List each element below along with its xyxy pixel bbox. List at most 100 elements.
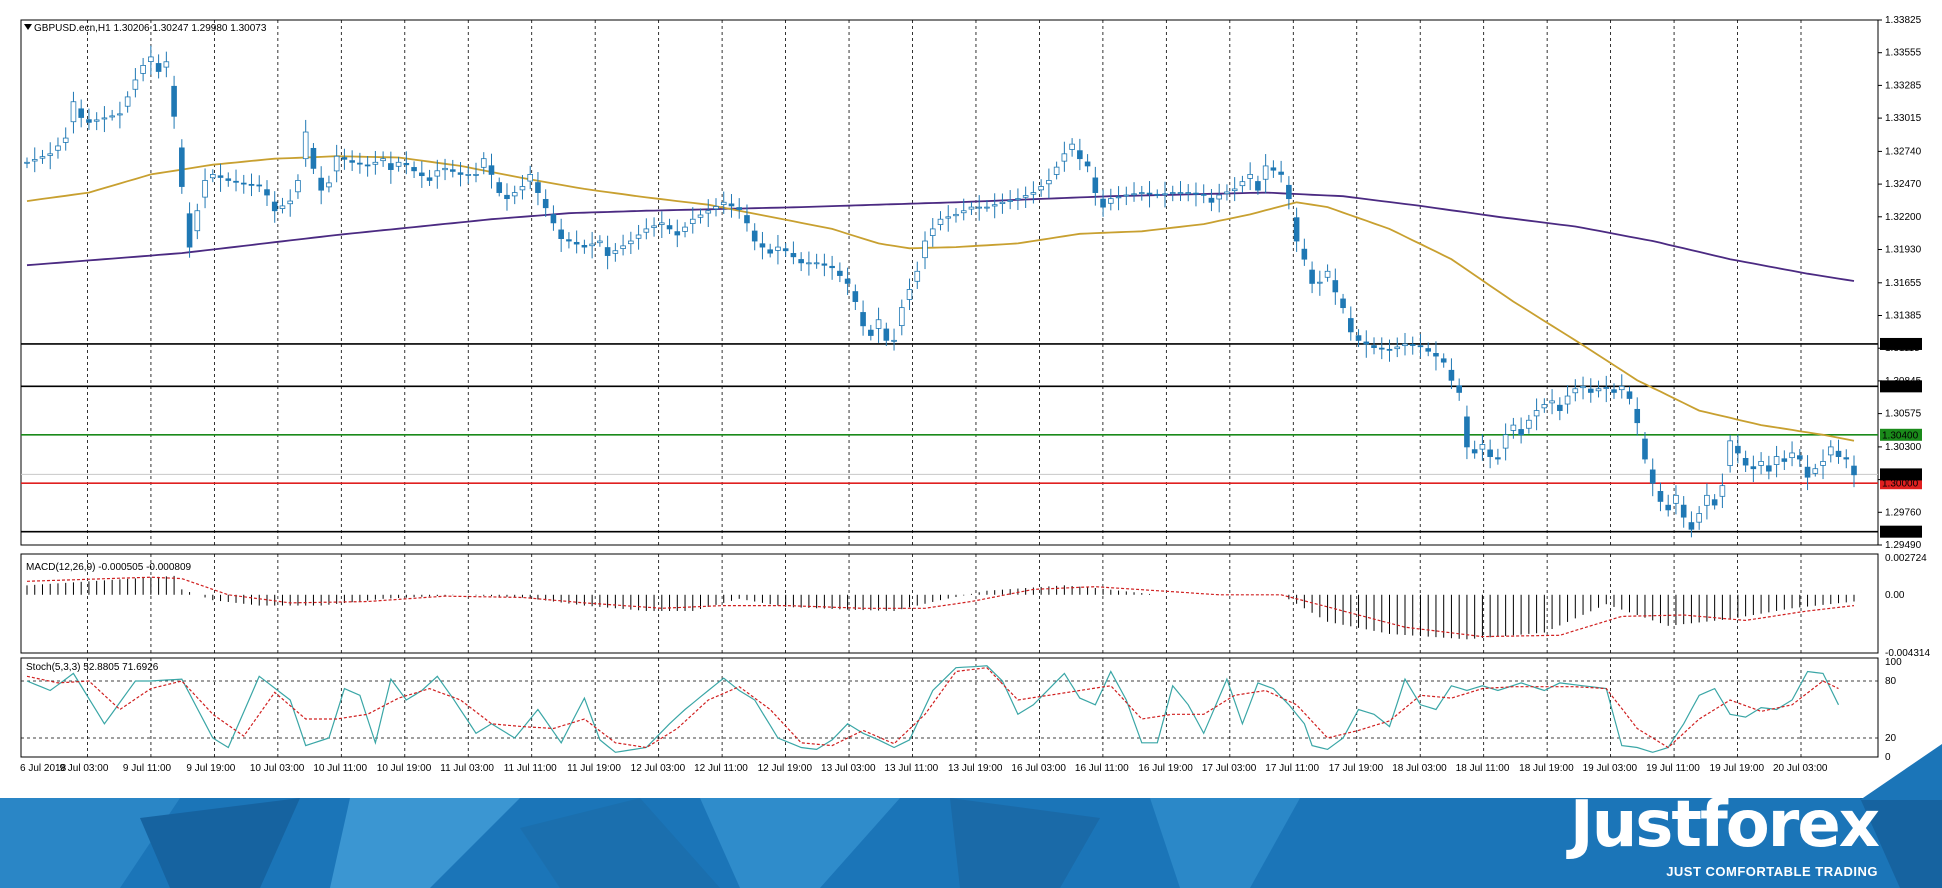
level-tag-label: 1.30400: [1882, 430, 1919, 441]
candle-body: [968, 206, 975, 210]
candle-body: [1363, 341, 1370, 345]
time-label: 12 Jul 11:00: [694, 763, 748, 774]
candle-body: [929, 228, 936, 236]
candle-body: [1162, 193, 1168, 196]
price-tick-label: 1.32200: [1885, 212, 1922, 223]
level-tag-label: 1.29600: [1882, 527, 1919, 538]
candle-body: [1533, 410, 1540, 417]
candle-body: [597, 240, 603, 244]
macd-tick-label: 0.00: [1885, 590, 1905, 601]
candle-body: [1603, 387, 1610, 389]
candle-body: [480, 158, 487, 168]
price-panel[interactable]: [21, 45, 1878, 538]
candle-body: [465, 174, 472, 176]
candle-body: [573, 241, 580, 245]
candle-body: [333, 155, 340, 172]
candle-body: [395, 161, 402, 167]
candle-body: [179, 147, 185, 187]
collapse-triangle-icon[interactable]: [24, 24, 32, 30]
candle-body: [1804, 466, 1811, 478]
time-label: 19 Jul 03:00: [1583, 763, 1638, 774]
candle-body: [1673, 494, 1679, 504]
candle-body: [1409, 344, 1416, 346]
candle-body: [1773, 456, 1780, 465]
time-label: 11 Jul 19:00: [567, 763, 621, 774]
candle-body: [1332, 280, 1339, 293]
candle-body: [186, 213, 193, 248]
candle-body: [1649, 469, 1656, 484]
candle-body: [883, 328, 890, 341]
candle-body: [852, 291, 859, 302]
candle-body: [1053, 166, 1060, 175]
time-label: 10 Jul 11:00: [313, 763, 367, 774]
candle-body: [279, 205, 286, 209]
candle-body: [1022, 195, 1029, 198]
candle-body: [411, 167, 417, 172]
price-tick-label: 1.30300: [1885, 442, 1922, 453]
candle-body: [689, 218, 696, 224]
candle-body: [782, 248, 789, 252]
candle-body: [1386, 348, 1393, 351]
candle-body: [419, 172, 425, 177]
brand-slogan: JUST COMFORTABLE TRADING: [1666, 864, 1878, 879]
candle-body: [806, 262, 812, 265]
candle-body: [1146, 192, 1153, 195]
time-label: 18 Jul 19:00: [1519, 763, 1574, 774]
candle-body: [341, 157, 348, 160]
candle-body: [93, 119, 100, 122]
candle-body: [318, 177, 324, 191]
candle-body: [666, 225, 673, 230]
candle-body: [1843, 457, 1850, 460]
candle-body: [1340, 298, 1346, 309]
candle-body: [1231, 188, 1238, 192]
stoch-panel[interactable]: [21, 665, 1878, 753]
candle-body: [1301, 248, 1308, 260]
candle-body: [148, 56, 154, 63]
candle-body: [1371, 345, 1377, 348]
candle-body: [1711, 499, 1718, 506]
candle-body: [1100, 198, 1106, 208]
candle-body: [821, 263, 828, 266]
macd-panel[interactable]: [26, 575, 1855, 640]
candle-body: [1680, 504, 1687, 518]
candle-body: [287, 200, 294, 205]
candle-body: [558, 229, 564, 239]
candle-body: [426, 177, 433, 181]
time-label: 12 Jul 19:00: [758, 763, 813, 774]
candle-body: [1835, 450, 1842, 457]
stoch-tick-label: 100: [1885, 657, 1902, 668]
candle-body: [937, 218, 944, 225]
candle-body: [194, 210, 201, 232]
candle-body: [1378, 347, 1385, 350]
candle-body: [720, 201, 727, 205]
time-label: 12 Jul 03:00: [631, 763, 686, 774]
candle-body: [1138, 192, 1145, 194]
price-tick-label: 1.30575: [1885, 409, 1922, 420]
candle-body: [1750, 466, 1757, 470]
candle-body: [868, 329, 874, 336]
candle-body: [449, 169, 456, 172]
candle-body: [86, 119, 92, 123]
candle-body: [906, 289, 913, 300]
candle-body: [1348, 318, 1354, 333]
candle-body: [1007, 200, 1013, 202]
candle-body: [1262, 165, 1269, 180]
candle-body: [1727, 440, 1733, 466]
candle-body: [550, 214, 557, 224]
candle-body: [140, 65, 146, 74]
candle-body: [829, 265, 835, 269]
candle-body: [1456, 385, 1462, 393]
candle-body: [1580, 385, 1586, 389]
candle-body: [1425, 348, 1432, 352]
candle-body: [1092, 177, 1099, 193]
candle-body: [1185, 192, 1192, 194]
candle-body: [535, 182, 541, 193]
candle-body: [1193, 192, 1199, 195]
trading-chart[interactable]: 6 Jul 20189 Jul 03:00 9 Jul 11:00 9 Jul 19…: [0, 0, 1942, 798]
candle-body: [442, 167, 448, 171]
candle-body: [1433, 353, 1439, 357]
stoch-panel-frame: [20, 657, 1879, 758]
candle-body: [1626, 391, 1633, 399]
level-tag-label: 1.30800: [1882, 382, 1919, 393]
candle-body: [659, 222, 665, 225]
